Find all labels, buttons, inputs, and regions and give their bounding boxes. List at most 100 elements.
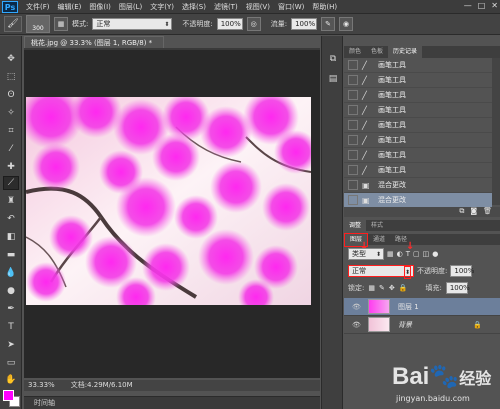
mode-select[interactable]: 正常 ⬍ bbox=[92, 18, 173, 30]
move-tool-icon[interactable]: ✥ bbox=[3, 52, 19, 66]
history-source-checkbox[interactable] bbox=[348, 135, 358, 145]
visibility-eye-icon[interactable]: 👁 bbox=[352, 321, 362, 329]
menu-window[interactable]: 窗口(W) bbox=[274, 2, 308, 12]
layer-row[interactable]: 👁 背景 🔒 bbox=[344, 316, 500, 334]
visibility-eye-icon[interactable]: 👁 bbox=[352, 303, 362, 311]
dodge-tool-icon[interactable]: ● bbox=[3, 284, 19, 298]
history-item[interactable]: 画笔工具 bbox=[378, 105, 406, 115]
history-brush-tool-icon[interactable]: ↶ bbox=[3, 212, 19, 226]
brush-panel-icon[interactable]: ▦ bbox=[54, 17, 68, 31]
marquee-tool-icon[interactable]: ⬚ bbox=[3, 70, 19, 84]
tab-adjustments[interactable]: 调整 bbox=[344, 220, 367, 231]
history-source-checkbox[interactable] bbox=[348, 120, 358, 130]
document-image[interactable] bbox=[26, 97, 311, 305]
lasso-tool-icon[interactable]: ʘ bbox=[3, 88, 19, 102]
pressure-size-icon[interactable]: ◉ bbox=[339, 17, 354, 31]
menu-layer[interactable]: 图层(L) bbox=[115, 2, 146, 12]
layer-row[interactable]: 👁 图层 1 bbox=[344, 298, 500, 316]
layer-name[interactable]: 图层 1 bbox=[398, 302, 419, 312]
menu-image[interactable]: 图像(I) bbox=[85, 2, 115, 12]
menu-view[interactable]: 视图(V) bbox=[242, 2, 274, 12]
history-dock-icon[interactable]: ⧉ bbox=[325, 52, 341, 66]
document-size-readout[interactable]: 文档:4.29M/6.10M bbox=[71, 380, 133, 391]
timeline-panel-tab[interactable]: 时间轴 bbox=[24, 396, 320, 409]
layer-kind-filter[interactable]: 类型 ⬍ bbox=[348, 248, 384, 260]
history-source-checkbox[interactable] bbox=[348, 75, 358, 85]
properties-dock-icon[interactable]: ▤ bbox=[325, 72, 341, 86]
menu-file[interactable]: 文件(F) bbox=[22, 2, 54, 12]
blur-tool-icon[interactable]: 💧 bbox=[3, 266, 19, 280]
layer-opacity-input[interactable]: 100% bbox=[450, 265, 474, 277]
tab-swatches[interactable]: 色板 bbox=[366, 46, 388, 58]
eraser-tool-icon[interactable]: ◧ bbox=[3, 230, 19, 244]
brush-preset-icon[interactable]: 🖌 bbox=[4, 16, 22, 32]
lock-all-icon[interactable]: 🔒 bbox=[399, 284, 408, 292]
history-item[interactable]: 画笔工具 bbox=[378, 135, 406, 145]
menu-type[interactable]: 文字(Y) bbox=[146, 2, 178, 12]
filter-pixel-icon[interactable]: ▦ bbox=[387, 250, 394, 258]
maximize-button[interactable]: □ bbox=[478, 1, 486, 10]
history-source-checkbox[interactable] bbox=[348, 165, 358, 175]
menu-select[interactable]: 选择(S) bbox=[178, 2, 210, 12]
healing-brush-tool-icon[interactable]: ✚ bbox=[3, 160, 19, 174]
menu-edit[interactable]: 编辑(E) bbox=[54, 2, 86, 12]
filter-type-icon[interactable]: T bbox=[406, 250, 410, 258]
history-source-checkbox[interactable] bbox=[348, 60, 358, 70]
history-source-checkbox[interactable] bbox=[348, 195, 358, 205]
crop-tool-icon[interactable]: ⌗ bbox=[3, 124, 19, 138]
history-source-checkbox[interactable] bbox=[348, 90, 358, 100]
zoom-readout[interactable]: 33.33% bbox=[28, 380, 55, 391]
clone-stamp-tool-icon[interactable]: ♜ bbox=[3, 194, 19, 208]
paw-icon: 🐾 bbox=[429, 363, 460, 390]
filter-adjust-icon[interactable]: ◐ bbox=[397, 250, 403, 258]
tab-color[interactable]: 颜色 bbox=[344, 46, 366, 58]
filter-smart-icon[interactable]: ◫ bbox=[423, 250, 430, 258]
history-source-checkbox[interactable] bbox=[348, 180, 358, 190]
close-button[interactable]: ✕ bbox=[491, 1, 498, 10]
history-item[interactable]: 画笔工具 bbox=[378, 165, 406, 175]
magic-wand-tool-icon[interactable]: ✧ bbox=[3, 106, 19, 120]
history-source-checkbox[interactable] bbox=[348, 150, 358, 160]
type-tool-icon[interactable]: T bbox=[3, 320, 19, 334]
pressure-opacity-icon[interactable]: ◎ bbox=[246, 17, 261, 31]
blend-icon: ▣ bbox=[362, 180, 370, 190]
history-item[interactable]: 画笔工具 bbox=[378, 120, 406, 130]
blend-mode-select[interactable]: 正常 ⬍ bbox=[348, 265, 414, 279]
history-item[interactable]: 画笔工具 bbox=[378, 150, 406, 160]
fill-input[interactable]: 100% bbox=[445, 282, 470, 294]
history-scrollbar[interactable] bbox=[492, 58, 500, 205]
history-item-selected[interactable]: 混合更改 bbox=[378, 195, 406, 205]
airbrush-icon[interactable]: ✎ bbox=[321, 17, 336, 31]
gradient-tool-icon[interactable]: ▬ bbox=[3, 248, 19, 262]
lock-position-icon[interactable]: ✥ bbox=[389, 284, 395, 292]
history-item[interactable]: 画笔工具 bbox=[378, 75, 406, 85]
filter-shape-icon[interactable]: ▢ bbox=[413, 250, 420, 258]
minimize-button[interactable]: — bbox=[464, 1, 472, 10]
menu-filter[interactable]: 滤镜(T) bbox=[210, 2, 242, 12]
tab-channels[interactable]: 通道 bbox=[368, 234, 390, 246]
flow-input[interactable]: 100% bbox=[291, 18, 318, 30]
path-selection-tool-icon[interactable]: ➤ bbox=[3, 338, 19, 352]
pen-tool-icon[interactable]: ✒ bbox=[3, 302, 19, 316]
tab-styles[interactable]: 样式 bbox=[366, 220, 388, 231]
history-source-checkbox[interactable] bbox=[348, 105, 358, 115]
new-document-from-state-icon[interactable]: ⧉ bbox=[459, 207, 464, 217]
foreground-color-swatch[interactable] bbox=[3, 390, 14, 401]
brush-tool-icon[interactable]: ⟋ bbox=[3, 176, 19, 190]
hand-tool-icon[interactable]: ✋ bbox=[3, 373, 19, 387]
brush-size-picker[interactable]: 300 bbox=[26, 15, 50, 33]
history-item[interactable]: 画笔工具 bbox=[378, 90, 406, 100]
history-item[interactable]: 混合更改 bbox=[378, 180, 406, 190]
trash-icon[interactable]: 🗑 bbox=[483, 207, 492, 217]
filter-toggle-icon[interactable]: ● bbox=[432, 250, 438, 258]
shape-tool-icon[interactable]: ▭ bbox=[3, 356, 19, 370]
opacity-input[interactable]: 100% bbox=[216, 18, 243, 30]
snapshot-camera-icon[interactable]: ◙ bbox=[470, 207, 477, 217]
menu-help[interactable]: 帮助(H) bbox=[308, 2, 341, 12]
tab-history[interactable]: 历史记录 bbox=[388, 46, 423, 58]
history-item[interactable]: 画笔工具 bbox=[378, 60, 406, 70]
eyedropper-tool-icon[interactable]: ⁄ bbox=[3, 142, 19, 156]
lock-transparent-icon[interactable]: ▦ bbox=[368, 284, 375, 292]
layer-name[interactable]: 背景 bbox=[398, 320, 412, 330]
lock-paint-icon[interactable]: ✎ bbox=[379, 284, 385, 292]
